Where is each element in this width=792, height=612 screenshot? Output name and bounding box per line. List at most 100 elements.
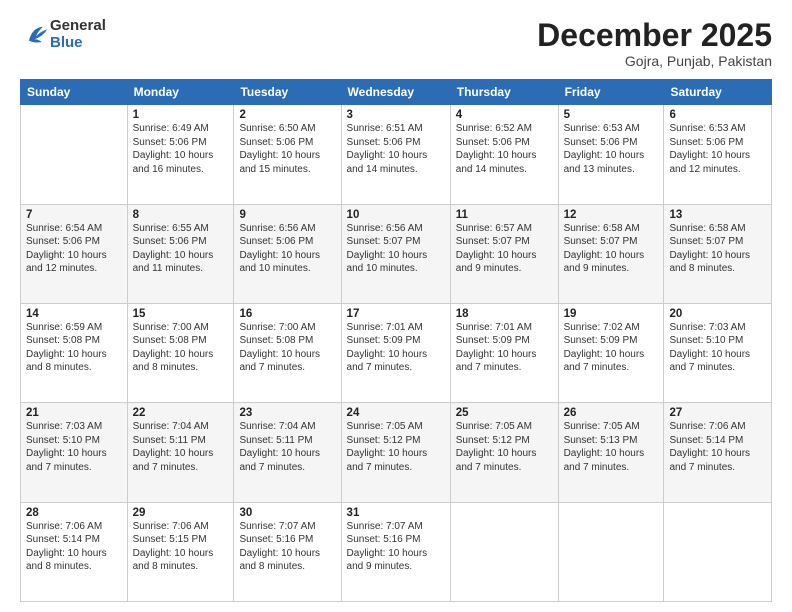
day-info: Sunrise: 7:00 AMSunset: 5:08 PMDaylight:… — [133, 322, 214, 374]
table-row: 22 Sunrise: 7:04 AMSunset: 5:11 PMDayligh… — [127, 403, 234, 502]
logo-bird-icon — [22, 21, 50, 49]
table-row: 15 Sunrise: 7:00 AMSunset: 5:08 PMDayligh… — [127, 303, 234, 402]
day-info: Sunrise: 6:50 AMSunset: 5:06 PMDaylight:… — [239, 123, 320, 175]
day-info: Sunrise: 7:05 AMSunset: 5:13 PMDaylight:… — [564, 421, 645, 473]
day-info: Sunrise: 7:03 AMSunset: 5:10 PMDaylight:… — [26, 421, 107, 473]
day-info: Sunrise: 7:00 AMSunset: 5:08 PMDaylight:… — [239, 322, 320, 374]
col-friday: Friday — [558, 80, 664, 105]
calendar-week-row: 14Sunrise: 6:59 AMSunset: 5:08 PMDayligh… — [21, 303, 772, 402]
day-number: 26 — [564, 407, 659, 419]
day-info: Sunrise: 7:04 AMSunset: 5:11 PMDaylight:… — [133, 421, 214, 473]
day-number: 12 — [564, 209, 659, 221]
table-row: 2Sunrise: 6:50 AMSunset: 5:06 PMDaylight… — [234, 105, 341, 204]
table-row: 18Sunrise: 7:01 AMSunset: 5:09 PMDayligh… — [450, 303, 558, 402]
col-thursday: Thursday — [450, 80, 558, 105]
table-row: 30Sunrise: 7:07 AMSunset: 5:16 PMDayligh… — [234, 502, 341, 601]
calendar-week-row: 21Sunrise: 7:03 AMSunset: 5:10 PMDayligh… — [21, 403, 772, 502]
day-number: 15 — [133, 308, 229, 320]
table-row: 17 Sunrise: 7:01 AMSunset: 5:09 PMDayligh… — [341, 303, 450, 402]
day-number: 13 — [669, 209, 766, 221]
day-number: 24 — [347, 407, 445, 419]
day-number: 30 — [239, 507, 335, 519]
day-number: 20 — [669, 308, 766, 320]
day-info: Sunrise: 6:54 AMSunset: 5:06 PMDaylight:… — [26, 223, 107, 275]
table-row: 25Sunrise: 7:05 AMSunset: 5:12 PMDayligh… — [450, 403, 558, 502]
table-row: 11 Sunrise: 6:57 AMSunset: 5:07 PMDayligh… — [450, 204, 558, 303]
month-title: December 2025 — [537, 18, 772, 53]
logo-text: General Blue — [50, 18, 106, 51]
col-wednesday: Wednesday — [341, 80, 450, 105]
table-row: 10 Sunrise: 6:56 AMSunset: 5:07 PMDayligh… — [341, 204, 450, 303]
table-row: 26 Sunrise: 7:05 AMSunset: 5:13 PMDayligh… — [558, 403, 664, 502]
table-row: 3Sunrise: 6:51 AMSunset: 5:06 PMDaylight… — [341, 105, 450, 204]
logo: General Blue — [20, 18, 106, 51]
table-row: 24 Sunrise: 7:05 AMSunset: 5:12 PMDayligh… — [341, 403, 450, 502]
title-block: December 2025 Gojra, Punjab, Pakistan — [537, 18, 772, 69]
day-number: 4 — [456, 109, 553, 121]
day-info: Sunrise: 6:53 AMSunset: 5:06 PMDaylight:… — [564, 123, 645, 175]
day-number: 11 — [456, 209, 553, 221]
day-number: 29 — [133, 507, 229, 519]
day-number: 9 — [239, 209, 335, 221]
day-info: Sunrise: 7:01 AMSunset: 5:09 PMDaylight:… — [456, 322, 537, 374]
table-row: 16 Sunrise: 7:00 AMSunset: 5:08 PMDayligh… — [234, 303, 341, 402]
table-row: 4Sunrise: 6:52 AMSunset: 5:06 PMDaylight… — [450, 105, 558, 204]
table-row: 7 Sunrise: 6:54 AMSunset: 5:06 PMDaylight… — [21, 204, 128, 303]
table-row: 13 Sunrise: 6:58 AMSunset: 5:07 PMDayligh… — [664, 204, 772, 303]
calendar-header-row: Sunday Monday Tuesday Wednesday Thursday… — [21, 80, 772, 105]
page: General Blue December 2025 Gojra, Punjab… — [0, 0, 792, 612]
day-number: 19 — [564, 308, 659, 320]
table-row: 12 Sunrise: 6:58 AMSunset: 5:07 PMDayligh… — [558, 204, 664, 303]
day-number: 14 — [26, 308, 122, 320]
table-row: 29Sunrise: 7:06 AMSunset: 5:15 PMDayligh… — [127, 502, 234, 601]
day-info: Sunrise: 6:56 AMSunset: 5:07 PMDaylight:… — [347, 223, 428, 275]
day-info: Sunrise: 7:06 AMSunset: 5:14 PMDaylight:… — [26, 521, 107, 573]
day-info: Sunrise: 6:57 AMSunset: 5:07 PMDaylight:… — [456, 223, 537, 275]
day-number: 16 — [239, 308, 335, 320]
day-number: 6 — [669, 109, 766, 121]
day-number: 23 — [239, 407, 335, 419]
day-number: 27 — [669, 407, 766, 419]
col-saturday: Saturday — [664, 80, 772, 105]
header: General Blue December 2025 Gojra, Punjab… — [20, 18, 772, 69]
table-row — [21, 105, 128, 204]
table-row: 8 Sunrise: 6:55 AMSunset: 5:06 PMDaylight… — [127, 204, 234, 303]
day-info: Sunrise: 6:56 AMSunset: 5:06 PMDaylight:… — [239, 223, 320, 275]
day-info: Sunrise: 6:58 AMSunset: 5:07 PMDaylight:… — [669, 223, 750, 275]
calendar-table: Sunday Monday Tuesday Wednesday Thursday… — [20, 79, 772, 602]
day-number: 31 — [347, 507, 445, 519]
day-info: Sunrise: 6:58 AMSunset: 5:07 PMDaylight:… — [564, 223, 645, 275]
logo-general-text: General — [50, 18, 106, 35]
day-number: 17 — [347, 308, 445, 320]
table-row: 9 Sunrise: 6:56 AMSunset: 5:06 PMDaylight… — [234, 204, 341, 303]
day-number: 22 — [133, 407, 229, 419]
table-row — [450, 502, 558, 601]
day-info: Sunrise: 7:06 AMSunset: 5:14 PMDaylight:… — [669, 421, 750, 473]
table-row — [558, 502, 664, 601]
table-row: 23 Sunrise: 7:04 AMSunset: 5:11 PMDayligh… — [234, 403, 341, 502]
day-number: 7 — [26, 209, 122, 221]
table-row: 21Sunrise: 7:03 AMSunset: 5:10 PMDayligh… — [21, 403, 128, 502]
day-info: Sunrise: 7:01 AMSunset: 5:09 PMDaylight:… — [347, 322, 428, 374]
day-number: 28 — [26, 507, 122, 519]
table-row: 14Sunrise: 6:59 AMSunset: 5:08 PMDayligh… — [21, 303, 128, 402]
day-info: Sunrise: 6:53 AMSunset: 5:06 PMDaylight:… — [669, 123, 750, 175]
table-row — [664, 502, 772, 601]
day-info: Sunrise: 6:51 AMSunset: 5:06 PMDaylight:… — [347, 123, 428, 175]
col-monday: Monday — [127, 80, 234, 105]
day-number: 1 — [133, 109, 229, 121]
day-info: Sunrise: 6:55 AMSunset: 5:06 PMDaylight:… — [133, 223, 214, 275]
day-info: Sunrise: 7:05 AMSunset: 5:12 PMDaylight:… — [347, 421, 428, 473]
day-number: 10 — [347, 209, 445, 221]
day-number: 8 — [133, 209, 229, 221]
day-info: Sunrise: 7:04 AMSunset: 5:11 PMDaylight:… — [239, 421, 320, 473]
calendar-week-row: 7 Sunrise: 6:54 AMSunset: 5:06 PMDaylight… — [21, 204, 772, 303]
day-info: Sunrise: 7:03 AMSunset: 5:10 PMDaylight:… — [669, 322, 750, 374]
day-info: Sunrise: 7:05 AMSunset: 5:12 PMDaylight:… — [456, 421, 537, 473]
day-number: 5 — [564, 109, 659, 121]
table-row: 5 Sunrise: 6:53 AMSunset: 5:06 PMDaylight… — [558, 105, 664, 204]
table-row: 28 Sunrise: 7:06 AMSunset: 5:14 PMDayligh… — [21, 502, 128, 601]
day-info: Sunrise: 7:02 AMSunset: 5:09 PMDaylight:… — [564, 322, 645, 374]
table-row: 6 Sunrise: 6:53 AMSunset: 5:06 PMDaylight… — [664, 105, 772, 204]
day-info: Sunrise: 7:07 AMSunset: 5:16 PMDaylight:… — [347, 521, 428, 573]
